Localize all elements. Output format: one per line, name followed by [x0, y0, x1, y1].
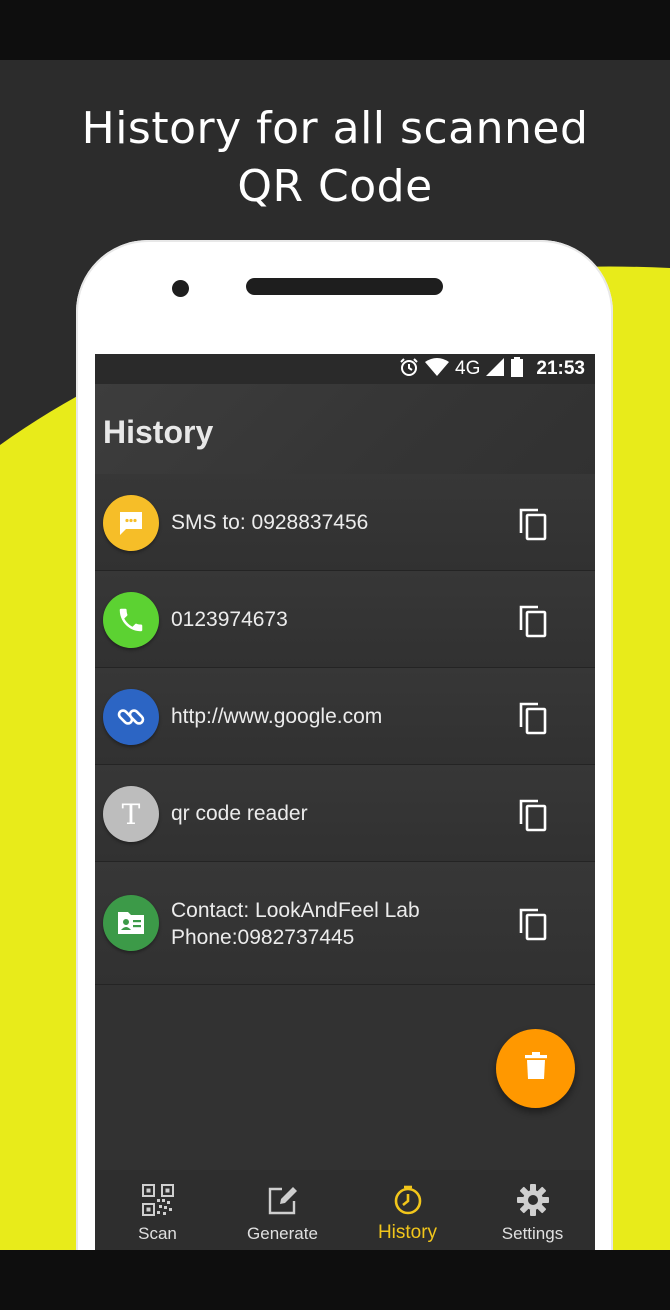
history-item-text: qr code reader: [171, 802, 308, 825]
history-list: SMS to: 0928837456 0123974673 http://www…: [95, 474, 595, 985]
battery-icon: [510, 356, 524, 382]
edit-icon: [267, 1182, 299, 1218]
app-screen: 4G 21:53 History SMS to: 0928837456 0123…: [95, 354, 595, 1250]
app-bar: History: [95, 384, 595, 479]
clock-icon: [392, 1182, 424, 1218]
clock-time: 21:53: [536, 358, 585, 379]
history-item-phone[interactable]: 0123974673: [95, 571, 595, 668]
copy-icon[interactable]: [515, 506, 551, 542]
bottom-letterbox: [0, 1250, 670, 1310]
nav-label: Scan: [138, 1224, 177, 1243]
bottom-navigation: Scan Generate History Settings: [95, 1170, 595, 1250]
nav-label: Settings: [501, 1224, 564, 1243]
network-type: 4G: [455, 358, 481, 379]
copy-icon[interactable]: [515, 700, 551, 736]
headline-line-1: History for all scanned: [81, 103, 589, 154]
earpiece-speaker: [246, 278, 443, 295]
page-title: History: [103, 414, 214, 450]
copy-icon[interactable]: [515, 603, 551, 639]
svg-text:T: T: [122, 799, 141, 829]
wifi-icon: [425, 357, 450, 381]
qr-icon: [141, 1182, 174, 1218]
front-camera: [172, 280, 189, 297]
nav-label: History: [377, 1222, 438, 1243]
nav-scan[interactable]: Scan: [95, 1170, 220, 1250]
status-bar: 4G 21:53: [95, 354, 595, 384]
phone-icon: [103, 592, 159, 648]
nav-label: Generate: [247, 1224, 318, 1243]
history-item-text: Contact: LookAndFeel Lab Phone:098273744…: [171, 898, 420, 949]
history-item-text: 0123974673: [171, 608, 288, 631]
headline-line-2: QR Code: [237, 161, 433, 212]
nav-history[interactable]: History: [345, 1170, 470, 1250]
top-letterbox: [0, 0, 670, 60]
nav-generate[interactable]: Generate: [220, 1170, 345, 1250]
alarm-icon: [399, 357, 419, 382]
history-item-url[interactable]: http://www.google.com: [95, 668, 595, 765]
sms-icon: [103, 495, 159, 551]
text-icon: T: [103, 786, 159, 842]
history-item-sms[interactable]: SMS to: 0928837456: [95, 474, 595, 571]
copy-icon[interactable]: [515, 906, 551, 942]
trash-icon: [523, 1052, 549, 1085]
nav-settings[interactable]: Settings: [470, 1170, 595, 1250]
clear-history-button[interactable]: [496, 1029, 575, 1108]
copy-icon[interactable]: [515, 797, 551, 833]
history-item-contact[interactable]: Contact: LookAndFeel Lab Phone:098273744…: [95, 862, 595, 985]
contact-card-icon: [103, 895, 159, 951]
signal-icon: [486, 357, 505, 381]
history-item-text-entry[interactable]: T qr code reader: [95, 765, 595, 862]
promo-headline: History for all scanned QR Code: [0, 100, 670, 216]
link-icon: [103, 689, 159, 745]
history-item-text: http://www.google.com: [171, 705, 383, 728]
history-item-text: SMS to: 0928837456: [171, 511, 369, 534]
gear-icon: [516, 1182, 550, 1218]
